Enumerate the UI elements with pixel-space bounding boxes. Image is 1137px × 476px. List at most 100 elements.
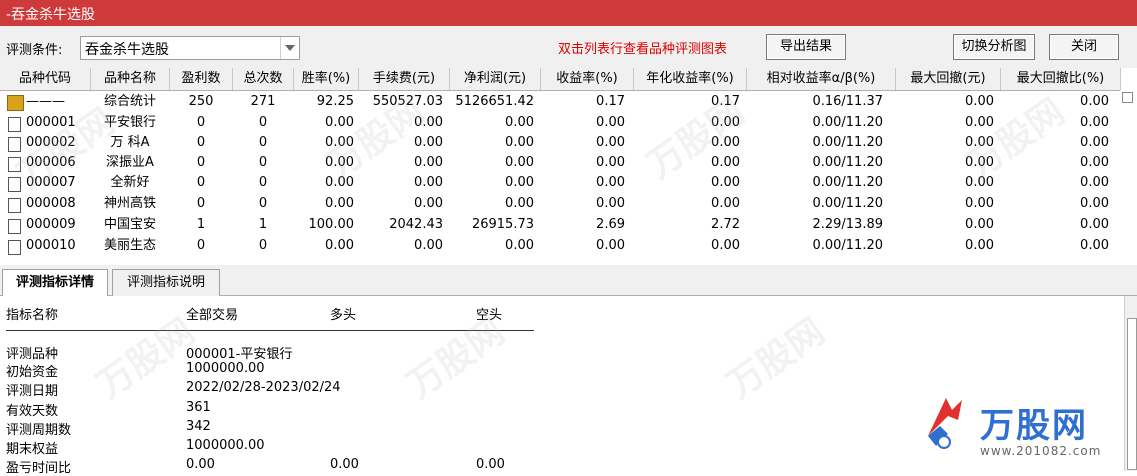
detail-divider [6,330,534,331]
cell-profit: 0.00 [505,238,534,253]
cell-drawdown-ratio: 0.00 [1080,94,1109,109]
scrollbar-thumb[interactable] [1127,318,1137,470]
detail-value-all: 1000000.00 [186,361,265,376]
brand-url: www.201082.com [980,444,1102,458]
close-button[interactable]: 关闭 [1049,34,1119,60]
grid-scroll-box[interactable] [1122,92,1133,103]
col-header-total[interactable]: 总次数 [233,68,294,90]
results-table: 品种代码 品种名称 盈利数 总次数 胜率(%) 手续费(元) 净利润(元) 收益… [0,68,1121,256]
table-row[interactable]: 000010 美丽生态 0 0 0.00 0.00 0.00 0.00 0.00… [0,236,1120,256]
col-header-code[interactable]: 品种代码 [0,68,91,90]
table-row-summary[interactable]: ——— 综合统计 250 271 92.25 550527.03 5126651… [0,92,1120,112]
detail-value-all: 2022/02/28-2023/02/24 [186,380,341,395]
cell-name: 中国宝安 [103,217,156,232]
cell-code: 000006 [26,155,76,170]
cell-wins: 0 [196,175,206,190]
detail-value-all: 342 [186,419,211,434]
switch-chart-button[interactable]: 切换分析图 [953,34,1035,60]
double-click-hint: 双击列表行查看品种评测图表 [558,42,728,57]
detail-label: 盈亏时间比 [6,461,72,476]
cell-name: 美丽生态 [103,238,156,253]
cell-fee: 0.00 [414,238,443,253]
cell-code: ——— [26,94,65,109]
cell-total: 1 [258,217,268,232]
col-header-name[interactable]: 品种名称 [91,68,170,90]
export-button[interactable]: 导出结果 [766,34,846,60]
table-row[interactable]: 000007 全新好 0 0 0.00 0.00 0.00 0.00 0.00 … [0,173,1120,193]
table-row[interactable]: 000001 平安银行 0 0 0.00 0.00 0.00 0.00 0.00… [0,113,1120,133]
col-header-annual[interactable]: 年化收益率(%) [634,68,747,90]
col-header-winrate[interactable]: 胜率(%) [294,68,359,90]
cell-profit: 0.00 [505,196,534,211]
cell-wins: 0 [196,115,206,130]
cell-code: 000007 [26,175,76,190]
detail-value-long: 0.00 [330,457,359,472]
cell-profit: 0.00 [505,115,534,130]
detail-label: 评测周期数 [6,423,72,438]
summary-icon [7,95,24,111]
detail-value-all: 361 [186,400,211,415]
detail-value-all: 1000000.00 [186,438,265,453]
col-header-wins[interactable]: 盈利数 [170,68,233,90]
cell-annual: 0.00 [711,135,740,150]
tab-indicator-details[interactable]: 评测指标详情 [2,269,108,297]
cell-profit: 0.00 [505,135,534,150]
cell-code: 000002 [26,135,76,150]
cell-winrate: 0.00 [325,155,354,170]
detail-head-short: 空头 [476,308,503,323]
cell-fee: 2042.43 [389,217,443,232]
cell-winrate: 0.00 [325,175,354,190]
cell-drawdown: 0.00 [965,94,994,109]
detail-label: 期末权益 [6,442,59,457]
table-row[interactable]: 000006 深振业A 0 0 0.00 0.00 0.00 0.00 0.00… [0,153,1120,173]
col-header-profit[interactable]: 净利润(元) [450,68,541,90]
cell-fee: 550527.03 [372,94,443,109]
cell-name: 综合统计 [103,94,156,109]
cell-profit: 5126651.42 [455,94,534,109]
col-header-fee[interactable]: 手续费(元) [359,68,450,90]
col-header-return[interactable]: 收益率(%) [541,68,634,90]
cell-code: 000008 [26,196,76,211]
cell-drawdown: 0.00 [965,196,994,211]
brand-logo: 万股网 www.201082.com [918,390,1128,470]
cell-name: 神州高铁 [103,196,156,211]
col-header-drawdown[interactable]: 最大回撤(元) [896,68,1001,90]
chevron-down-icon[interactable] [280,37,299,59]
condition-select[interactable]: 吞金杀牛选股 [80,36,300,60]
cell-annual: 2.72 [711,217,740,232]
cell-code: 000001 [26,115,76,130]
table-row[interactable]: 000009 中国宝安 1 1 100.00 2042.43 26915.73 … [0,215,1120,235]
cell-relative: 0.00/11.20 [812,238,883,253]
cell-return: 0.00 [596,175,625,190]
table-row[interactable]: 000008 神州高铁 0 0 0.00 0.00 0.00 0.00 0.00… [0,194,1120,214]
cell-fee: 0.00 [414,135,443,150]
col-header-drawdown-ratio[interactable]: 最大回撤比(%) [1001,68,1121,90]
cell-winrate: 0.00 [325,135,354,150]
col-header-relative[interactable]: 相对收益率α/β(%) [747,68,896,90]
cell-wins: 1 [196,217,206,232]
cell-annual: 0.00 [711,175,740,190]
cell-total: 271 [250,94,276,109]
cell-relative: 0.00/11.20 [812,175,883,190]
cell-annual: 0.17 [711,94,740,109]
cell-code: 000009 [26,217,76,232]
cell-return: 0.00 [596,135,625,150]
cell-total: 0 [258,196,268,211]
cell-relative: 0.00/11.20 [812,196,883,211]
cell-drawdown: 0.00 [965,135,994,150]
cell-drawdown-ratio: 0.00 [1080,155,1109,170]
detail-label: 初始资金 [6,365,59,380]
cell-name: 全新好 [110,175,150,190]
tab-indicator-explanation[interactable]: 评测指标说明 [112,269,220,296]
cell-return: 2.69 [596,217,625,232]
detail-label: 有效天数 [6,404,59,419]
cell-drawdown-ratio: 0.00 [1080,196,1109,211]
cell-total: 0 [258,175,268,190]
cell-fee: 0.00 [414,115,443,130]
table-row[interactable]: 000002 万 科A 0 0 0.00 0.00 0.00 0.00 0.00… [0,133,1120,153]
cell-annual: 0.00 [711,115,740,130]
cell-winrate: 100.00 [308,217,355,232]
document-icon [8,198,21,213]
document-icon [8,137,21,152]
detail-head-name: 指标名称 [6,308,59,323]
